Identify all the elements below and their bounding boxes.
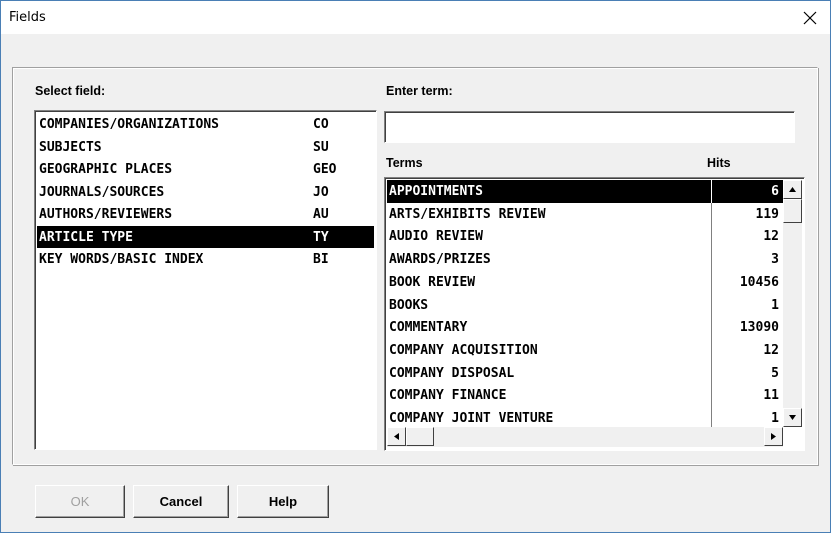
term-name: APPOINTMENTS [389, 184, 483, 199]
scroll-left-button[interactable] [387, 427, 406, 446]
field-code: CO [313, 117, 329, 132]
column-separator [711, 270, 712, 294]
term-name: COMPANY DISPOSAL [389, 365, 515, 381]
term-list-item[interactable]: COMPANY FINANCE 11 [387, 384, 783, 408]
horizontal-scroll-thumb[interactable] [406, 427, 434, 446]
field-code: BI [313, 252, 329, 267]
term-list-item[interactable]: APPOINTMENTS 6 [387, 180, 783, 203]
arrow-up-icon [789, 187, 796, 192]
column-separator [711, 248, 712, 271]
close-button[interactable] [790, 1, 830, 34]
term-list-item[interactable]: BOOKS 1 [387, 293, 783, 317]
field-list-item[interactable]: GEOGRAPHIC PLACES GEO [37, 158, 374, 180]
term-input[interactable] [385, 112, 794, 142]
scroll-up-button[interactable] [783, 180, 802, 199]
hits-header: Hits [707, 156, 731, 170]
field-list-item[interactable]: JOURNALS/SOURCES JO [37, 181, 374, 203]
column-separator [711, 384, 712, 408]
column-separator [711, 225, 712, 249]
field-code: TY [313, 229, 329, 245]
help-button[interactable]: Help [237, 485, 329, 518]
terms-list[interactable]: APPOINTMENTS 6 ARTS/EXHIBITS REVIEW 119 AUDI… [384, 177, 805, 451]
term-hits: 12 [763, 229, 779, 245]
term-list-item[interactable]: COMMENTARY 13090 [387, 316, 783, 339]
term-hits: 119 [755, 206, 779, 222]
field-name: SUBJECTS [39, 139, 102, 155]
vertical-scrollbar[interactable] [783, 180, 802, 427]
term-hits: 11 [763, 388, 779, 404]
arrow-left-icon [394, 433, 399, 440]
column-separator [711, 180, 712, 203]
field-code: SU [313, 139, 329, 155]
term-name: AWARDS/PRIZES [389, 252, 491, 268]
term-name: COMMENTARY [389, 320, 468, 336]
column-separator [711, 316, 712, 339]
fields-dialog: Fields Select field: COMPANIES/ORGANIZAT… [0, 0, 831, 533]
close-icon [803, 11, 817, 24]
horizontal-scrollbar[interactable] [387, 427, 783, 447]
term-hits: 1 [771, 297, 779, 313]
field-list[interactable]: COMPANIES/ORGANIZATIONS CO SUBJECTS SU GEOGR… [34, 110, 377, 450]
term-hits: 10456 [739, 274, 779, 290]
column-separator [711, 202, 712, 226]
field-name: ARTICLE TYPE [39, 229, 133, 245]
term-name: AUDIO REVIEW [389, 229, 483, 245]
vertical-scroll-thumb[interactable] [783, 199, 802, 223]
field-name: COMPANIES/ORGANIZATIONS [39, 117, 220, 132]
field-list-item[interactable]: SUBJECTS SU [37, 136, 374, 158]
term-name: BOOKS [389, 297, 429, 313]
term-name: COMPANY FINANCE [389, 388, 507, 404]
field-name: JOURNALS/SOURCES [39, 184, 165, 200]
field-name: GEOGRAPHIC PLACES [39, 162, 173, 177]
arrow-right-icon [771, 433, 776, 440]
term-hits: 3 [771, 252, 779, 268]
term-list-item[interactable]: AUDIO REVIEW 12 [387, 225, 783, 249]
field-code: GEO [313, 162, 337, 177]
term-name: COMPANY JOINT VENTURE [389, 411, 554, 426]
term-list-item[interactable]: ARTS/EXHIBITS REVIEW 119 [387, 202, 783, 226]
term-name: COMPANY ACQUISITION [389, 342, 538, 358]
enter-term-label: Enter term: [386, 84, 453, 98]
window-title: Fields [9, 10, 46, 25]
field-list-item[interactable]: KEY WORDS/BASIC INDEX BI [37, 248, 374, 270]
term-list-item[interactable]: AWARDS/PRIZES 3 [387, 248, 783, 271]
field-list-item[interactable]: COMPANIES/ORGANIZATIONS CO [37, 113, 374, 135]
select-field-label: Select field: [35, 84, 106, 98]
term-name: BOOK REVIEW [389, 274, 476, 290]
field-list-item[interactable]: ARTICLE TYPE TY [37, 225, 374, 248]
field-name: KEY WORDS/BASIC INDEX [39, 252, 204, 267]
column-separator [711, 361, 712, 385]
term-hits: 13090 [739, 320, 779, 336]
field-code: JO [313, 184, 329, 200]
term-list-item[interactable]: COMPANY DISPOSAL 5 [387, 361, 783, 385]
field-name: AUTHORS/REVIEWERS [39, 207, 173, 222]
column-separator [711, 293, 712, 317]
scroll-down-button[interactable] [783, 408, 802, 427]
ok-button[interactable]: OK [35, 485, 125, 518]
term-input-box[interactable] [384, 111, 795, 143]
term-hits: 6 [771, 184, 779, 199]
term-list-item[interactable]: BOOK REVIEW 10456 [387, 270, 783, 294]
term-hits: 5 [771, 365, 779, 381]
field-code: AU [313, 207, 329, 222]
scroll-right-button[interactable] [764, 427, 783, 446]
arrow-down-icon [789, 415, 796, 420]
title-bar: Fields [1, 1, 830, 34]
terms-header: Terms [386, 156, 423, 170]
term-name: ARTS/EXHIBITS REVIEW [389, 206, 546, 222]
term-list-item[interactable]: COMPANY ACQUISITION 12 [387, 338, 783, 362]
field-list-item[interactable]: AUTHORS/REVIEWERS AU [37, 203, 374, 225]
cancel-button[interactable]: Cancel [133, 485, 229, 518]
term-hits: 12 [763, 342, 779, 358]
term-hits: 1 [771, 411, 779, 426]
column-separator [711, 338, 712, 362]
